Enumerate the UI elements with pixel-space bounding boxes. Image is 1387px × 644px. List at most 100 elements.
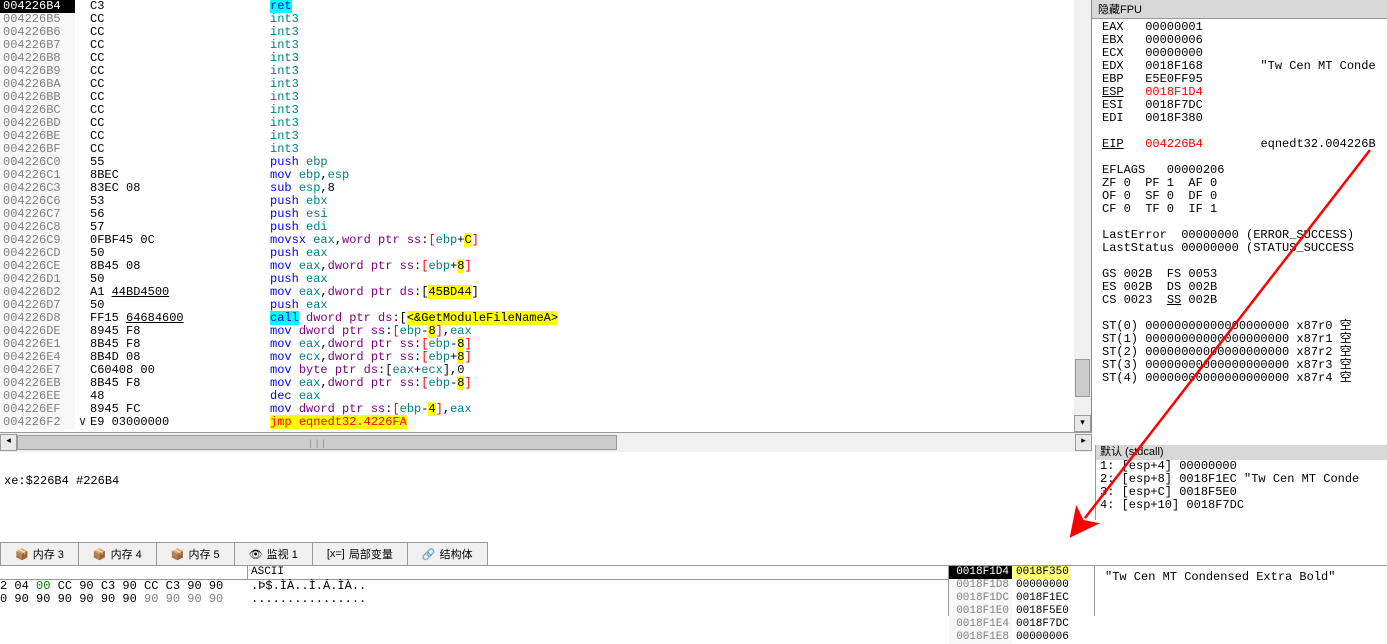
register-line[interactable]: EDI 0018F380 xyxy=(1102,112,1387,125)
stack-row[interactable]: 0018F1E800000006 xyxy=(949,631,1094,644)
disasm-row[interactable]: 004226CD50push eax xyxy=(0,247,1091,260)
bytes: CC xyxy=(90,91,270,104)
jump-arrow-icon xyxy=(75,195,90,208)
scroll-down-button[interactable]: ▾ xyxy=(1074,415,1091,432)
instruction: int3 xyxy=(270,52,1091,65)
stack-row[interactable]: 0018F1E00018F5E0 xyxy=(949,605,1094,618)
disasm-row[interactable]: 004226C653push ebx xyxy=(0,195,1091,208)
register-line[interactable]: CS 0023 SS 002B xyxy=(1102,294,1387,307)
tab[interactable]: 👁监视 1 xyxy=(234,542,313,565)
bytes: 83EC 08 xyxy=(90,182,270,195)
disasm-row[interactable]: 004226BECCint3 xyxy=(0,130,1091,143)
tab[interactable]: [x=]局部变量 xyxy=(312,542,408,565)
tab-icon: 📦 xyxy=(171,548,185,561)
instruction: int3 xyxy=(270,65,1091,78)
stack-row[interactable]: 0018F1D40018F350 xyxy=(949,566,1094,579)
disasm-row[interactable]: 004226DE8945 F8mov dword ptr ss:[ebp-8],… xyxy=(0,325,1091,338)
tab-label: 结构体 xyxy=(440,546,473,562)
register-line[interactable]: EIP 004226B4 eqnedt32.004226B xyxy=(1102,138,1387,151)
instruction: mov eax,dword ptr ss:[ebp+8] xyxy=(270,260,1091,273)
register-line[interactable]: LastStatus 00000000 (STATUS_SUCCESS xyxy=(1102,242,1387,255)
jump-arrow-icon xyxy=(75,13,90,26)
disasm-row[interactable]: 004226B5CCint3 xyxy=(0,13,1091,26)
bytes: 53 xyxy=(90,195,270,208)
address: 004226F2 xyxy=(0,416,75,429)
callstack-row[interactable]: 4: [esp+10] 0018F7DC xyxy=(1100,499,1383,512)
instruction: int3 xyxy=(270,78,1091,91)
jump-arrow-icon xyxy=(75,325,90,338)
bytes: CC xyxy=(90,130,270,143)
disasm-row[interactable]: 004226E18B45 F8mov eax,dword ptr ss:[ebp… xyxy=(0,338,1091,351)
disasm-row[interactable]: 004226E7C60408 00mov byte ptr ds:[eax+ec… xyxy=(0,364,1091,377)
callstack-panel[interactable]: 默认 (stdcall) 1: [esp+4] 000000002: [esp+… xyxy=(1095,445,1387,520)
disasm-row[interactable]: 004226B7CCint3 xyxy=(0,39,1091,52)
disasm-row[interactable]: 004226D2A1 44BD4500mov eax,dword ptr ds:… xyxy=(0,286,1091,299)
instruction: mov eax,dword ptr ss:[ebp-8] xyxy=(270,377,1091,390)
bytes: 8B45 08 xyxy=(90,260,270,273)
disasm-row[interactable]: 004226E48B4D 08mov ecx,dword ptr ss:[ebp… xyxy=(0,351,1091,364)
disasm-row[interactable]: 004226D8FF15 64684600call dword ptr ds:[… xyxy=(0,312,1091,325)
scroll-right-button[interactable]: ▸ xyxy=(1075,434,1092,451)
instruction: int3 xyxy=(270,143,1091,156)
disasm-row[interactable]: 004226C90FBF45 0Cmovsx eax,word ptr ss:[… xyxy=(0,234,1091,247)
bytes: 8B45 F8 xyxy=(90,377,270,390)
disasm-row[interactable]: 004226B8CCint3 xyxy=(0,52,1091,65)
disasm-row[interactable]: 004226B9CCint3 xyxy=(0,65,1091,78)
stack-row[interactable]: 0018F1DC0018F1EC xyxy=(949,592,1094,605)
disasm-row[interactable]: 004226F2∨E9 03000000jmp eqnedt32.4226FA xyxy=(0,416,1091,429)
stack-address: 0018F1E0 xyxy=(949,605,1012,618)
tab[interactable]: 📦内存 4 xyxy=(78,542,157,565)
bytes: 0FBF45 0C xyxy=(90,234,270,247)
registers-panel[interactable]: 隐藏FPU EAX 00000001EBX 00000006ECX 000000… xyxy=(1092,0,1387,432)
disasm-row[interactable]: 004226C857push edi xyxy=(0,221,1091,234)
bytes: C3 xyxy=(90,0,270,13)
tab-icon: 👁 xyxy=(249,548,263,561)
disasm-row[interactable]: 004226EE48dec eax xyxy=(0,390,1091,403)
bytes: A1 44BD4500 xyxy=(90,286,270,299)
disasm-row[interactable]: 004226B4C3ret xyxy=(0,0,1091,13)
instruction: int3 xyxy=(270,130,1091,143)
disasm-row[interactable]: 004226BFCCint3 xyxy=(0,143,1091,156)
stack-row[interactable]: 0018F1E40018F7DC xyxy=(949,618,1094,631)
disasm-row[interactable]: 004226EB8B45 F8mov eax,dword ptr ss:[ebp… xyxy=(0,377,1091,390)
disasm-row[interactable]: 004226C055push ebp xyxy=(0,156,1091,169)
scrollbar-thumb[interactable] xyxy=(1075,359,1090,397)
bytes: CC xyxy=(90,13,270,26)
disasm-row[interactable]: 004226C18BECmov ebp,esp xyxy=(0,169,1091,182)
jump-arrow-icon xyxy=(75,182,90,195)
hex-row[interactable]: 0 90 90 90 90 90 90 90 90 90 90.........… xyxy=(0,593,948,606)
jump-arrow-icon: ∨ xyxy=(75,416,90,429)
stack-value: 0018F5E0 xyxy=(1012,605,1069,618)
tab[interactable]: 🔗结构体 xyxy=(407,542,488,565)
tab[interactable]: 📦内存 5 xyxy=(156,542,235,565)
disasm-row[interactable]: 004226C756push esi xyxy=(0,208,1091,221)
disasm-row[interactable]: 004226CE8B45 08mov eax,dword ptr ss:[ebp… xyxy=(0,260,1091,273)
disasm-row[interactable]: 004226BCCCint3 xyxy=(0,104,1091,117)
disasm-scrollbar-v[interactable]: ▾ xyxy=(1074,0,1091,432)
register-line[interactable]: ST(4) 00000000000000000000 x87r4 空 xyxy=(1102,372,1387,385)
jump-arrow-icon xyxy=(75,286,90,299)
tab-icon: 📦 xyxy=(93,548,107,561)
disasm-row[interactable]: 004226BACCint3 xyxy=(0,78,1091,91)
disasm-row[interactable]: 004226C383EC 08sub esp,8 xyxy=(0,182,1091,195)
scroll-left-button[interactable]: ◂ xyxy=(0,434,17,451)
tab[interactable]: 📦内存 3 xyxy=(0,542,79,565)
instruction: int3 xyxy=(270,104,1091,117)
disasm-row[interactable]: 004226B6CCint3 xyxy=(0,26,1091,39)
stack-panel[interactable]: 0018F1D40018F3500018F1D8000000000018F1DC… xyxy=(949,566,1095,616)
jump-arrow-icon xyxy=(75,169,90,182)
hex-dump-panel[interactable]: ASCII 2 04 00 CC 90 C3 90 CC C3 90 90.Þ$… xyxy=(0,566,949,616)
stack-row[interactable]: 0018F1D800000000 xyxy=(949,579,1094,592)
disasm-scrollbar-h[interactable]: ◂ ||| ▸ xyxy=(0,432,1092,452)
disasm-row[interactable]: 004226BBCCint3 xyxy=(0,91,1091,104)
hide-fpu-link[interactable]: 隐藏FPU xyxy=(1092,0,1387,19)
register-line[interactable]: CF 0 TF 0 IF 1 xyxy=(1102,203,1387,216)
bottom-tabs: 📦内存 3📦内存 4📦内存 5👁监视 1[x=]局部变量🔗结构体 xyxy=(0,542,1387,566)
scrollbar-h-thumb[interactable]: ||| xyxy=(17,435,617,450)
jump-arrow-icon xyxy=(75,390,90,403)
tab-label: 内存 5 xyxy=(188,546,219,562)
jump-arrow-icon xyxy=(75,26,90,39)
instruction: push ebx xyxy=(270,195,1091,208)
disassembly-panel[interactable]: 004226B4C3ret004226B5CCint3004226B6CCint… xyxy=(0,0,1092,432)
disasm-row[interactable]: 004226BDCCint3 xyxy=(0,117,1091,130)
